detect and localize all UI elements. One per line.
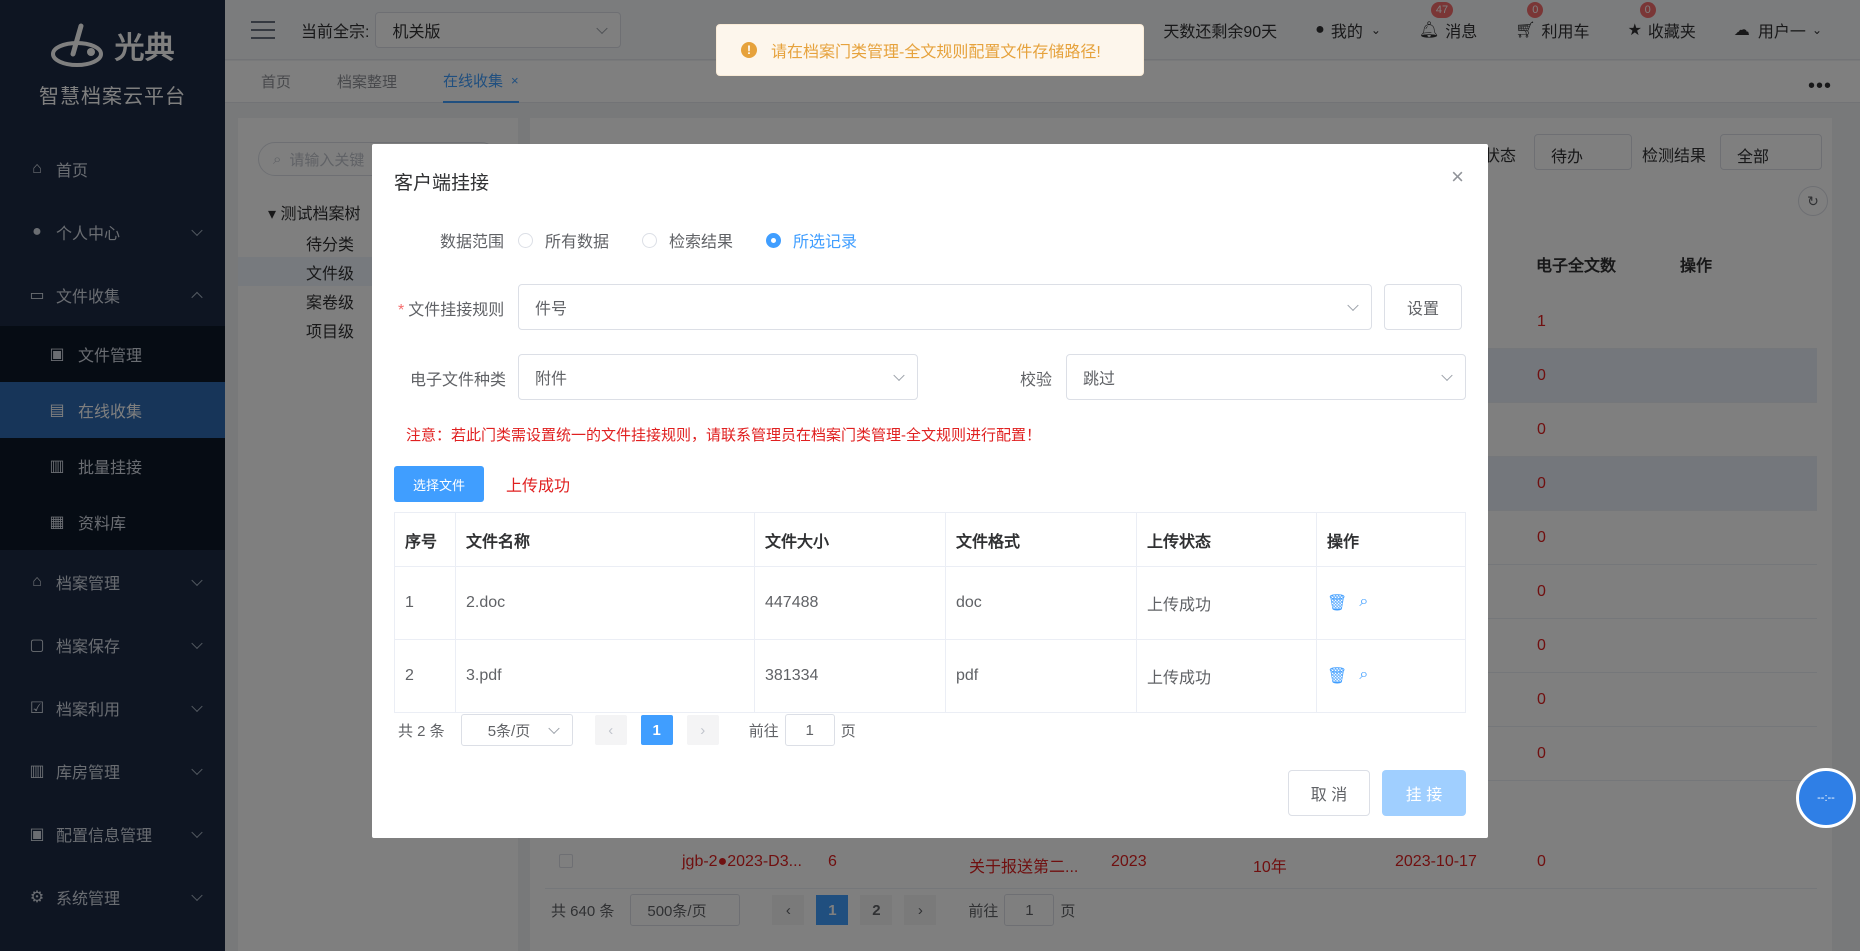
cell-size: 381334 [754,639,946,713]
rule-label-text: 文件挂接规则 [408,302,505,319]
cell-name: 3.pdf [455,639,755,713]
rule-note: 注意：若此门类需设置统一的文件挂接规则，请联系管理员在档案门类管理-全文规则进行… [406,427,1041,444]
radio-dot [766,232,781,248]
cancel-button[interactable]: 取 消 [1288,770,1370,816]
choose-file-button[interactable]: 选择文件 [394,466,484,502]
table-row: 2 3.pdf 381334 pdf 上传成功 🗑︎ ⌕ [394,639,1466,713]
toast-message: 请在档案门类管理-全文规则配置文件存储路径! [771,44,1101,61]
search-icon[interactable]: ⌕ [1359,666,1368,686]
type-select[interactable]: 附件 [518,354,918,400]
cell-status: 上传成功 [1136,566,1317,640]
pager-total: 共 2 条 [398,722,445,740]
radio-dot [642,232,657,248]
file-table: 序号 文件名称 文件大小 文件格式 上传状态 操作 1 2.doc 447488… [394,512,1466,713]
cell-status: 上传成功 [1136,639,1317,713]
page-size-select[interactable]: 5条/页 [460,714,573,746]
warning-toast: ! 请在档案门类管理-全文规则配置文件存储路径! [716,24,1144,76]
check-select[interactable]: 跳过 [1066,354,1466,400]
scope-label: 数据范围 [440,234,505,251]
current-page[interactable]: 1 [640,715,673,745]
floating-assistant-button[interactable]: --:-- [1796,768,1856,828]
col-header: 文件大小 [754,512,946,567]
page-unit: 页 [840,722,856,740]
cell-no: 1 [394,566,456,640]
col-header: 上传状态 [1136,512,1317,567]
col-header: 操作 [1316,512,1466,567]
delete-icon[interactable]: 🗑︎ [1327,666,1347,686]
cell-format: doc [945,566,1137,640]
radio-dot [518,232,533,248]
rule-select[interactable]: 件号 [518,284,1372,330]
goto-input[interactable]: 1 [784,714,835,746]
prev-page-button[interactable]: ‹ [594,715,627,745]
type-value: 附件 [535,371,568,388]
table-header-row: 序号 文件名称 文件大小 文件格式 上传状态 操作 [394,512,1466,567]
cell-ops: 🗑︎ ⌕ [1316,566,1466,640]
attach-button[interactable]: 挂 接 [1382,770,1466,816]
close-icon[interactable]: × [1451,164,1464,190]
settings-button[interactable]: 设置 [1384,284,1462,330]
cell-ops: 🗑︎ ⌕ [1316,639,1466,713]
check-value: 跳过 [1083,371,1116,388]
radio-label: 所选记录 [793,234,858,251]
type-label: 电子文件种类 [410,372,507,389]
chevron-down-icon [548,722,560,735]
rule-label: * 文件挂接规则 [398,302,505,319]
next-page-button[interactable]: › [686,715,719,745]
chevron-down-icon [1347,299,1359,312]
col-header: 文件格式 [945,512,1137,567]
cell-format: pdf [945,639,1137,713]
scope-radio-selected[interactable]: 所选记录 [766,228,857,252]
cell-name: 2.doc [455,566,755,640]
warning-icon: ! [741,42,757,58]
chevron-down-icon [1441,369,1453,382]
col-header: 文件名称 [455,512,755,567]
client-attach-dialog: 客户端挂接 × 数据范围 所有数据 检索结果 所选记录 * 文件挂接规则 件号 设… [372,144,1488,838]
col-header: 序号 [394,512,456,567]
dialog-title: 客户端挂接 [394,173,490,194]
rule-value: 件号 [535,301,568,318]
dialog-pager: 共 2 条 5条/页 ‹ 1 › 前往 1 页 [394,714,856,746]
radio-label: 检索结果 [669,234,734,251]
cell-no: 2 [394,639,456,713]
check-label: 校验 [1020,372,1053,389]
cell-size: 447488 [754,566,946,640]
table-row: 1 2.doc 447488 doc 上传成功 🗑︎ ⌕ [394,566,1466,640]
delete-icon[interactable]: 🗑︎ [1327,593,1347,613]
search-icon[interactable]: ⌕ [1359,593,1368,613]
scope-radio-all[interactable]: 所有数据 [518,228,609,252]
chevron-down-icon [893,369,905,382]
page-size-value: 5条/页 [487,722,531,740]
upload-status: 上传成功 [506,478,571,495]
goto-label: 前往 [748,722,779,740]
radio-label: 所有数据 [545,234,610,251]
scope-radio-search[interactable]: 检索结果 [642,228,733,252]
